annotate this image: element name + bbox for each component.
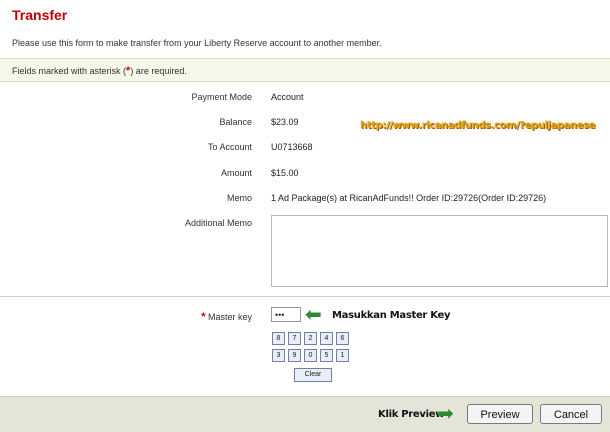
additional-memo-label: Additional Memo (184, 218, 252, 228)
preview-annotation: Klik Preview (378, 409, 445, 420)
arrow-left-icon: ⬅ (305, 304, 322, 326)
balance-label: Balance (219, 117, 252, 127)
amount-value: $15.00 (271, 168, 299, 178)
page-description: Please use this form to make transfer fr… (12, 38, 382, 48)
required-note: Fields marked with asterisk (*) are requ… (12, 65, 187, 77)
keypad-key[interactable]: 2 (304, 332, 317, 345)
keypad-key[interactable]: 4 (320, 332, 333, 345)
cancel-button[interactable]: Cancel (540, 404, 602, 424)
master-key-label-row: * Master key (201, 311, 252, 323)
balance-value: $23.09 (271, 117, 299, 127)
master-key-input[interactable]: ••• (271, 307, 301, 322)
preview-button[interactable]: Preview (467, 404, 533, 424)
required-note-bar: Fields marked with asterisk (*) are requ… (0, 58, 610, 82)
arrow-right-icon: ➡ (437, 403, 454, 425)
keypad-key[interactable]: 8 (272, 332, 285, 345)
url-annotation: http://www.ricanadfunds.com/?epuljapanes… (360, 120, 596, 131)
keypad-key[interactable]: 5 (320, 349, 333, 362)
keypad-key[interactable]: 9 (288, 349, 301, 362)
required-note-suffix: ) are required. (130, 66, 187, 76)
keypad-key[interactable]: 7 (288, 332, 301, 345)
master-key-asterisk: * (201, 311, 206, 323)
master-key-label: Master key (207, 312, 252, 322)
to-account-value: U0713668 (271, 142, 313, 152)
section-divider (0, 296, 610, 297)
keypad-key[interactable]: 1 (336, 349, 349, 362)
additional-memo-textarea[interactable] (271, 215, 608, 287)
keypad-key[interactable]: 6 (336, 332, 349, 345)
keypad-clear-button[interactable]: Clear (294, 368, 332, 382)
memo-label: Memo (226, 193, 252, 203)
keypad-key[interactable]: 0 (304, 349, 317, 362)
amount-label: Amount (220, 168, 252, 178)
keypad-key[interactable]: 3 (272, 349, 285, 362)
page-title: Transfer (12, 7, 68, 23)
memo-value: 1 Ad Package(s) at RicanAdFunds!! Order … (271, 193, 547, 203)
master-key-annotation: Masukkan Master Key (332, 310, 451, 321)
footer-bar: Klik Preview ➡ Preview Cancel (0, 396, 610, 432)
payment-mode-label: Payment Mode (191, 92, 252, 102)
required-note-prefix: Fields marked with asterisk ( (12, 66, 127, 76)
to-account-label: To Account (207, 142, 252, 152)
payment-mode-value: Account (271, 92, 304, 102)
